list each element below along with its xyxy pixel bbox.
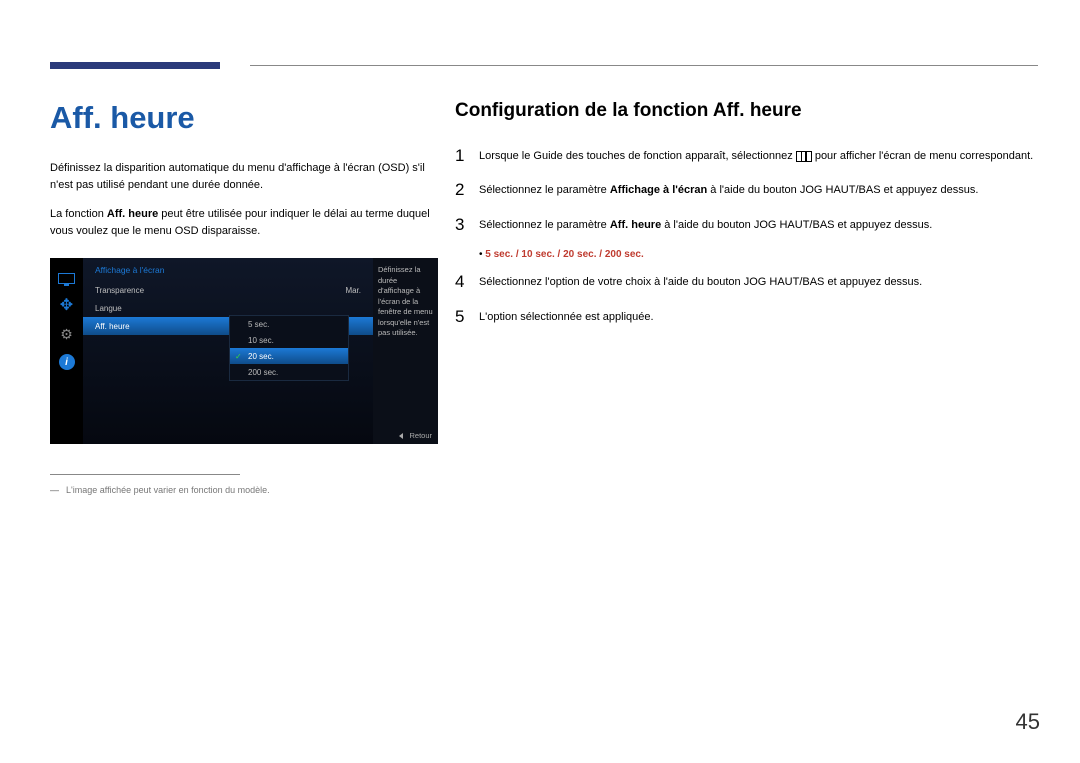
move-icon: ✥ — [57, 296, 77, 316]
gear-icon: ⚙ — [57, 324, 77, 344]
step-text: Sélectionnez l'option de votre choix à l… — [479, 272, 922, 292]
page-number: 45 — [1016, 709, 1040, 735]
step-number: 5 — [455, 307, 479, 327]
step-text: Lorsque le Guide des touches de fonction… — [479, 146, 1033, 166]
footnote: L'image affichée peut varier en fonction… — [50, 485, 440, 495]
s1b: pour afficher l'écran de menu correspond… — [812, 150, 1033, 162]
step-number: 2 — [455, 180, 479, 200]
step-5: 5 L'option sélectionnée est appliquée. — [455, 307, 1035, 327]
intro-paragraph-1: Définissez la disparition automatique du… — [50, 160, 440, 194]
intro2-a: La fonction — [50, 208, 107, 220]
footnote-rule — [50, 474, 240, 475]
osd-row-transparence: Transparence Mar. — [83, 281, 373, 299]
osd-option-5: 5 sec. — [230, 316, 348, 332]
monitor-icon — [57, 268, 77, 288]
osd-main-panel: Affichage à l'écran Transparence Mar. La… — [83, 258, 373, 444]
section-title: Configuration de la fonction Aff. heure — [455, 100, 1035, 122]
step-text: Sélectionnez le paramètre Aff. heure à l… — [479, 215, 932, 235]
step-number: 1 — [455, 146, 479, 166]
osd-row-label: Aff. heure — [95, 322, 130, 331]
s3bold: Aff. heure — [610, 219, 661, 231]
intro2-bold: Aff. heure — [107, 208, 158, 220]
header-accent-bar — [50, 62, 220, 69]
osd-help-text: Définissez la durée d'affichage à l'écra… — [373, 258, 438, 444]
osd-option-20: 20 sec. — [230, 348, 348, 364]
osd-footer: Retour — [399, 431, 432, 440]
osd-option-10: 10 sec. — [230, 332, 348, 348]
step-number: 4 — [455, 272, 479, 292]
step-text: L'option sélectionnée est appliquée. — [479, 307, 654, 327]
s1a: Lorsque le Guide des touches de fonction… — [479, 150, 796, 162]
options-list: 5 sec. / 10 sec. / 20 sec. / 200 sec. — [479, 249, 1035, 260]
osd-dropdown: 5 sec. 10 sec. 20 sec. 200 sec. — [229, 315, 349, 381]
step-text: Sélectionnez le paramètre Affichage à l'… — [479, 180, 978, 200]
osd-panel-title: Affichage à l'écran — [83, 258, 373, 281]
info-icon: i — [57, 352, 77, 372]
left-column: Aff. heure Définissez la disparition aut… — [50, 100, 440, 495]
page-title: Aff. heure — [50, 100, 440, 136]
right-column: Configuration de la fonction Aff. heure … — [455, 100, 1035, 341]
osd-back-label: Retour — [409, 431, 432, 440]
osd-row-label: Langue — [95, 304, 122, 313]
back-arrow-icon — [399, 433, 403, 439]
step-4: 4 Sélectionnez l'option de votre choix à… — [455, 272, 1035, 292]
intro-paragraph-2: La fonction Aff. heure peut être utilisé… — [50, 206, 440, 240]
s3a: Sélectionnez le paramètre — [479, 219, 610, 231]
osd-option-200: 200 sec. — [230, 364, 348, 380]
s3b: à l'aide du bouton JOG HAUT/BAS et appuy… — [661, 219, 932, 231]
step-3: 3 Sélectionnez le paramètre Aff. heure à… — [455, 215, 1035, 235]
s2bold: Affichage à l'écran — [610, 184, 707, 196]
header-rule — [250, 65, 1038, 66]
menu-grid-icon — [796, 151, 812, 162]
step-number: 3 — [455, 215, 479, 235]
s2a: Sélectionnez le paramètre — [479, 184, 610, 196]
step-2: 2 Sélectionnez le paramètre Affichage à … — [455, 180, 1035, 200]
osd-sidebar: ✥ ⚙ i — [50, 258, 83, 444]
s2b: à l'aide du bouton JOG HAUT/BAS et appuy… — [707, 184, 978, 196]
osd-row-value: Mar. — [345, 286, 361, 295]
osd-screenshot: ✥ ⚙ i Affichage à l'écran Transparence M… — [50, 258, 438, 444]
osd-row-label: Transparence — [95, 286, 144, 295]
step-1: 1 Lorsque le Guide des touches de foncti… — [455, 146, 1035, 166]
